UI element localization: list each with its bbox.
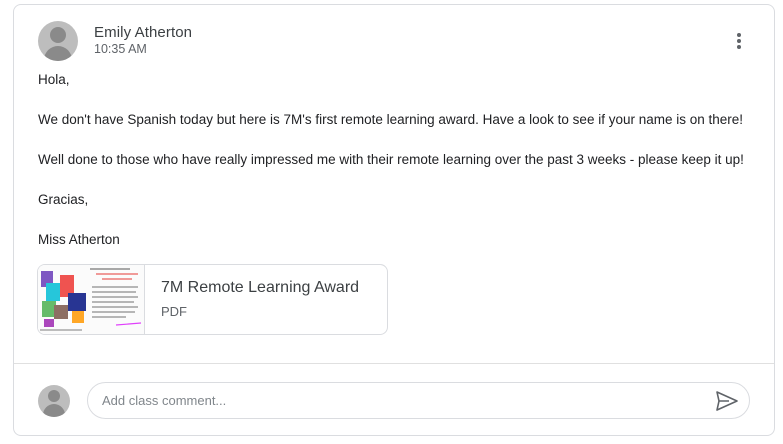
stream-post-card: Emily Atherton 10:35 AM Hola, We don't h… bbox=[13, 4, 775, 436]
post-paragraph: Miss Atherton bbox=[38, 232, 120, 247]
person-icon-body bbox=[43, 404, 65, 417]
person-icon-head bbox=[48, 390, 60, 402]
more-vert-icon[interactable] bbox=[726, 27, 754, 55]
send-icon[interactable] bbox=[714, 389, 740, 413]
person-icon-head bbox=[50, 27, 66, 43]
post-paragraph: Gracias, bbox=[38, 192, 89, 207]
attachment-card[interactable]: 7M Remote Learning Award PDF bbox=[37, 264, 388, 335]
commenter-avatar bbox=[38, 385, 70, 417]
attachment-type: PDF bbox=[161, 304, 187, 319]
person-icon-body bbox=[44, 46, 72, 61]
post-paragraph: We don't have Spanish today but here is … bbox=[38, 112, 744, 127]
post-timestamp: 10:35 AM bbox=[94, 42, 147, 56]
author-name: Emily Atherton bbox=[94, 24, 193, 41]
author-avatar[interactable] bbox=[38, 21, 78, 61]
class-comment-input[interactable] bbox=[87, 382, 750, 419]
comment-divider bbox=[14, 363, 774, 364]
post-paragraph: Hola, bbox=[38, 72, 70, 87]
post-paragraph: Well done to those who have really impre… bbox=[38, 152, 744, 167]
post-body: Hola, We don't have Spanish today but he… bbox=[38, 70, 758, 270]
attachment-title: 7M Remote Learning Award bbox=[161, 279, 360, 296]
attachment-thumbnail bbox=[38, 265, 145, 334]
